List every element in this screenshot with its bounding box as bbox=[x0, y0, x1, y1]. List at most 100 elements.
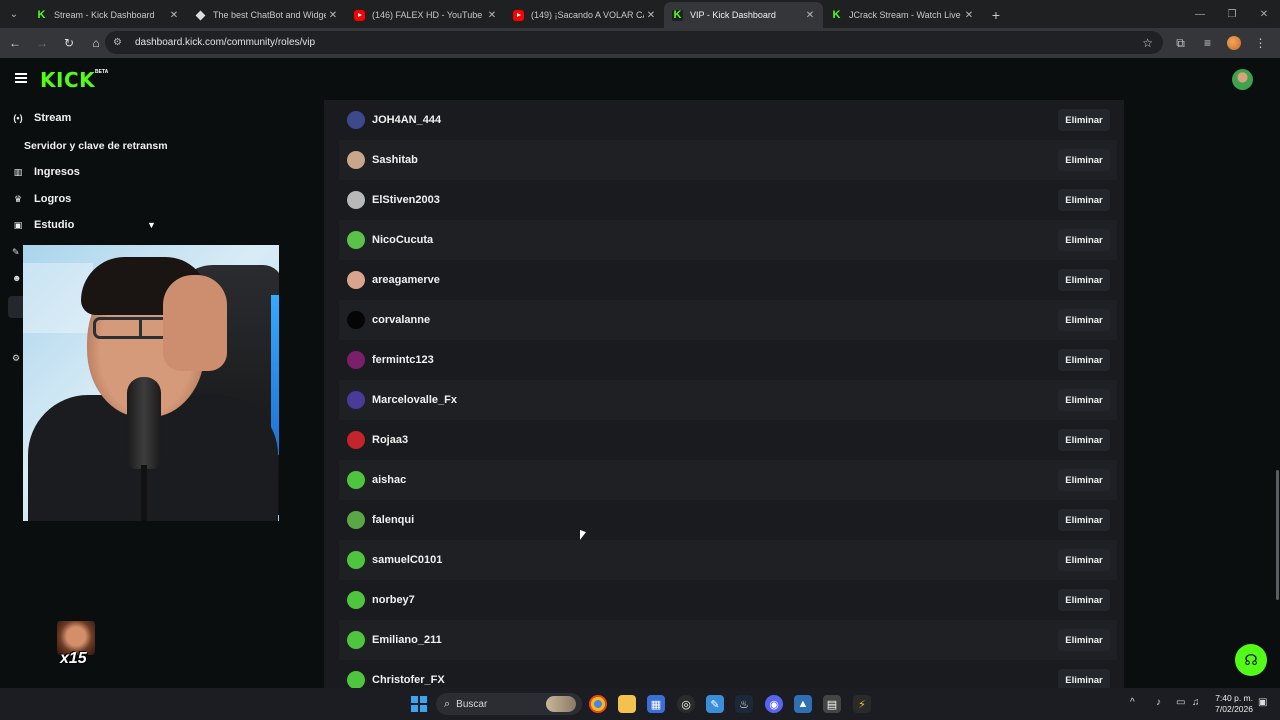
webcam-overlay bbox=[23, 245, 279, 521]
kick-logo[interactable]: KICK bbox=[40, 68, 95, 92]
sidebar-item-estudio[interactable]: ▣ Estudio ▼ bbox=[12, 219, 156, 231]
address-bar[interactable]: ⚙ dashboard.kick.com/community/roles/vip… bbox=[105, 31, 1163, 54]
close-tab-icon[interactable]: ✕ bbox=[485, 10, 499, 21]
reading-list-icon[interactable]: ≡ bbox=[1194, 31, 1221, 55]
browser-tab-strip: ⌄ K Stream - Kick Dashboard ✕ The best Chat… bbox=[0, 0, 1280, 28]
browser-tab[interactable]: K VIP - Kick Dashboard ✕ bbox=[664, 2, 823, 28]
remove-vip-button[interactable]: Eliminar bbox=[1058, 109, 1110, 131]
remove-vip-button[interactable]: Eliminar bbox=[1058, 349, 1110, 371]
browser-tab[interactable]: K Stream - Kick Dashboard ✕ bbox=[28, 2, 187, 28]
browser-tab[interactable]: (146) FALEX HD - YouTube ✕ bbox=[346, 2, 505, 28]
browser-tab[interactable]: The best ChatBot and Widgets ✕ bbox=[187, 2, 346, 28]
vip-user-avatar bbox=[347, 111, 365, 129]
editor-icon[interactable]: ✎ bbox=[706, 695, 724, 713]
close-tab-icon[interactable]: ✕ bbox=[167, 10, 181, 21]
steam-icon[interactable]: ♨ bbox=[735, 695, 753, 713]
sidebar-item-stream[interactable]: (•) Stream bbox=[12, 112, 71, 124]
store-icon[interactable]: ▦ bbox=[647, 695, 665, 713]
clock-time: 7:40 p. m. bbox=[1215, 693, 1253, 703]
tray-chevron-icon[interactable]: ^ bbox=[1130, 697, 1135, 708]
reload-icon[interactable]: ↻ bbox=[57, 31, 81, 55]
vip-username: ElStiven2003 bbox=[372, 194, 440, 206]
obs-icon[interactable]: ◎ bbox=[677, 695, 695, 713]
profile-avatar[interactable] bbox=[1227, 36, 1241, 50]
vip-user-avatar bbox=[347, 231, 365, 249]
back-icon[interactable]: ← bbox=[3, 31, 27, 55]
bookmark-star-icon[interactable]: ☆ bbox=[1142, 36, 1153, 50]
webcam-microphone bbox=[127, 377, 161, 469]
vip-username: aishac bbox=[372, 474, 407, 486]
remove-vip-button[interactable]: Eliminar bbox=[1058, 389, 1110, 411]
chevron-down-icon[interactable]: ▼ bbox=[147, 220, 156, 230]
sidebar-item-logros[interactable]: ♛ Logros bbox=[12, 193, 71, 205]
browser-tab[interactable]: (149) ¡Sacando A VOLAR CAMI✕ bbox=[505, 2, 664, 28]
vip-username: norbey7 bbox=[372, 594, 415, 606]
remove-vip-button[interactable]: Eliminar bbox=[1058, 509, 1110, 531]
vip-user-avatar bbox=[347, 551, 365, 569]
support-chat-icon[interactable]: ☊ bbox=[1235, 644, 1267, 676]
browser-tab[interactable]: K JCrack Stream - Watch Live on ✕ bbox=[823, 2, 982, 28]
clock-date: 7/02/2026 bbox=[1215, 704, 1253, 714]
remove-vip-button[interactable]: Eliminar bbox=[1058, 229, 1110, 251]
maximize-icon[interactable]: ❐ bbox=[1216, 0, 1248, 28]
taskbar-search[interactable]: ⌕ Buscar bbox=[436, 693, 582, 715]
sidebar-item-server-key[interactable]: Servidor y clave de retransm bbox=[24, 140, 168, 152]
remove-vip-button[interactable]: Eliminar bbox=[1058, 149, 1110, 171]
app-icon[interactable]: ▤ bbox=[823, 695, 841, 713]
network-icon[interactable]: ▭ bbox=[1176, 697, 1185, 708]
vip-user-avatar bbox=[347, 631, 365, 649]
close-tab-icon[interactable]: ✕ bbox=[803, 10, 817, 21]
remove-vip-button[interactable]: Eliminar bbox=[1058, 429, 1110, 451]
settings-icon[interactable]: ⚙ bbox=[12, 353, 22, 363]
kick-icon: K bbox=[831, 9, 842, 21]
remove-vip-button[interactable]: Eliminar bbox=[1058, 589, 1110, 611]
sidebar-item-label: Ingresos bbox=[34, 166, 80, 178]
photos-icon[interactable]: ▲ bbox=[794, 695, 812, 713]
remove-vip-button[interactable]: Eliminar bbox=[1058, 469, 1110, 491]
discord-icon[interactable]: ◉ bbox=[765, 695, 783, 713]
remove-vip-button[interactable]: Eliminar bbox=[1058, 629, 1110, 651]
streamlabs-icon[interactable]: ⚡ bbox=[853, 695, 871, 713]
hamburger-menu-icon[interactable] bbox=[15, 73, 27, 83]
vip-user-avatar bbox=[347, 351, 365, 369]
extensions-icon[interactable]: ⧉ bbox=[1167, 31, 1194, 55]
windows-start-icon[interactable] bbox=[411, 696, 427, 712]
vip-user-avatar bbox=[347, 671, 365, 689]
tools-icon[interactable]: ✎ bbox=[12, 247, 22, 257]
notifications-icon[interactable]: ▣ bbox=[1258, 697, 1267, 708]
close-tab-icon[interactable]: ✕ bbox=[326, 10, 340, 21]
vip-username: falenqui bbox=[372, 514, 415, 526]
close-window-icon[interactable]: ✕ bbox=[1248, 0, 1280, 28]
url-text: dashboard.kick.com/community/roles/vip bbox=[135, 37, 316, 48]
remove-vip-button[interactable]: Eliminar bbox=[1058, 549, 1110, 571]
vip-user-row: Marcelovalle_Fx Eliminar bbox=[339, 380, 1117, 420]
vip-list-panel: JOH4AN_444 Eliminar Sashitab Eliminar ElStiv… bbox=[324, 100, 1124, 691]
page-scrollbar[interactable] bbox=[1276, 470, 1279, 600]
remove-vip-button[interactable]: Eliminar bbox=[1058, 269, 1110, 291]
sidebar-item-label: Estudio bbox=[34, 219, 75, 231]
site-info-icon[interactable]: ⚙ bbox=[113, 37, 127, 48]
remove-vip-button[interactable]: Eliminar bbox=[1058, 309, 1110, 331]
close-tab-icon[interactable]: ✕ bbox=[962, 10, 976, 21]
close-tab-icon[interactable]: ✕ bbox=[644, 10, 658, 21]
microphone-icon[interactable]: ♪ bbox=[1156, 697, 1161, 708]
toolbar-actions: ⧉ ≡ ⋮ bbox=[1167, 31, 1274, 55]
browser-menu-icon[interactable]: ⋮ bbox=[1247, 31, 1274, 55]
new-tab-button[interactable]: + bbox=[982, 2, 1010, 28]
sidebar-item-ingresos[interactable]: ▥ Ingresos bbox=[12, 166, 80, 178]
remove-vip-button[interactable]: Eliminar bbox=[1058, 189, 1110, 211]
tab-search-chevron-icon[interactable]: ⌄ bbox=[0, 0, 28, 28]
vip-user-avatar bbox=[347, 191, 365, 209]
youtube-icon bbox=[513, 9, 524, 21]
forward-icon[interactable]: → bbox=[30, 31, 54, 55]
chrome-icon[interactable] bbox=[589, 695, 607, 713]
minimize-icon[interactable]: — bbox=[1184, 0, 1216, 28]
taskbar-clock[interactable]: 7:40 p. m. 7/02/2026 bbox=[1213, 693, 1253, 715]
community-icon[interactable]: ☻ bbox=[12, 273, 22, 283]
volume-icon[interactable]: ♫ bbox=[1192, 697, 1200, 708]
vip-user-row: corvalanne Eliminar bbox=[339, 300, 1117, 340]
user-avatar[interactable] bbox=[1232, 69, 1253, 90]
tab-title: The best ChatBot and Widgets bbox=[213, 10, 326, 20]
file-explorer-icon[interactable] bbox=[618, 695, 636, 713]
vip-username: NicoCucuta bbox=[372, 234, 434, 246]
